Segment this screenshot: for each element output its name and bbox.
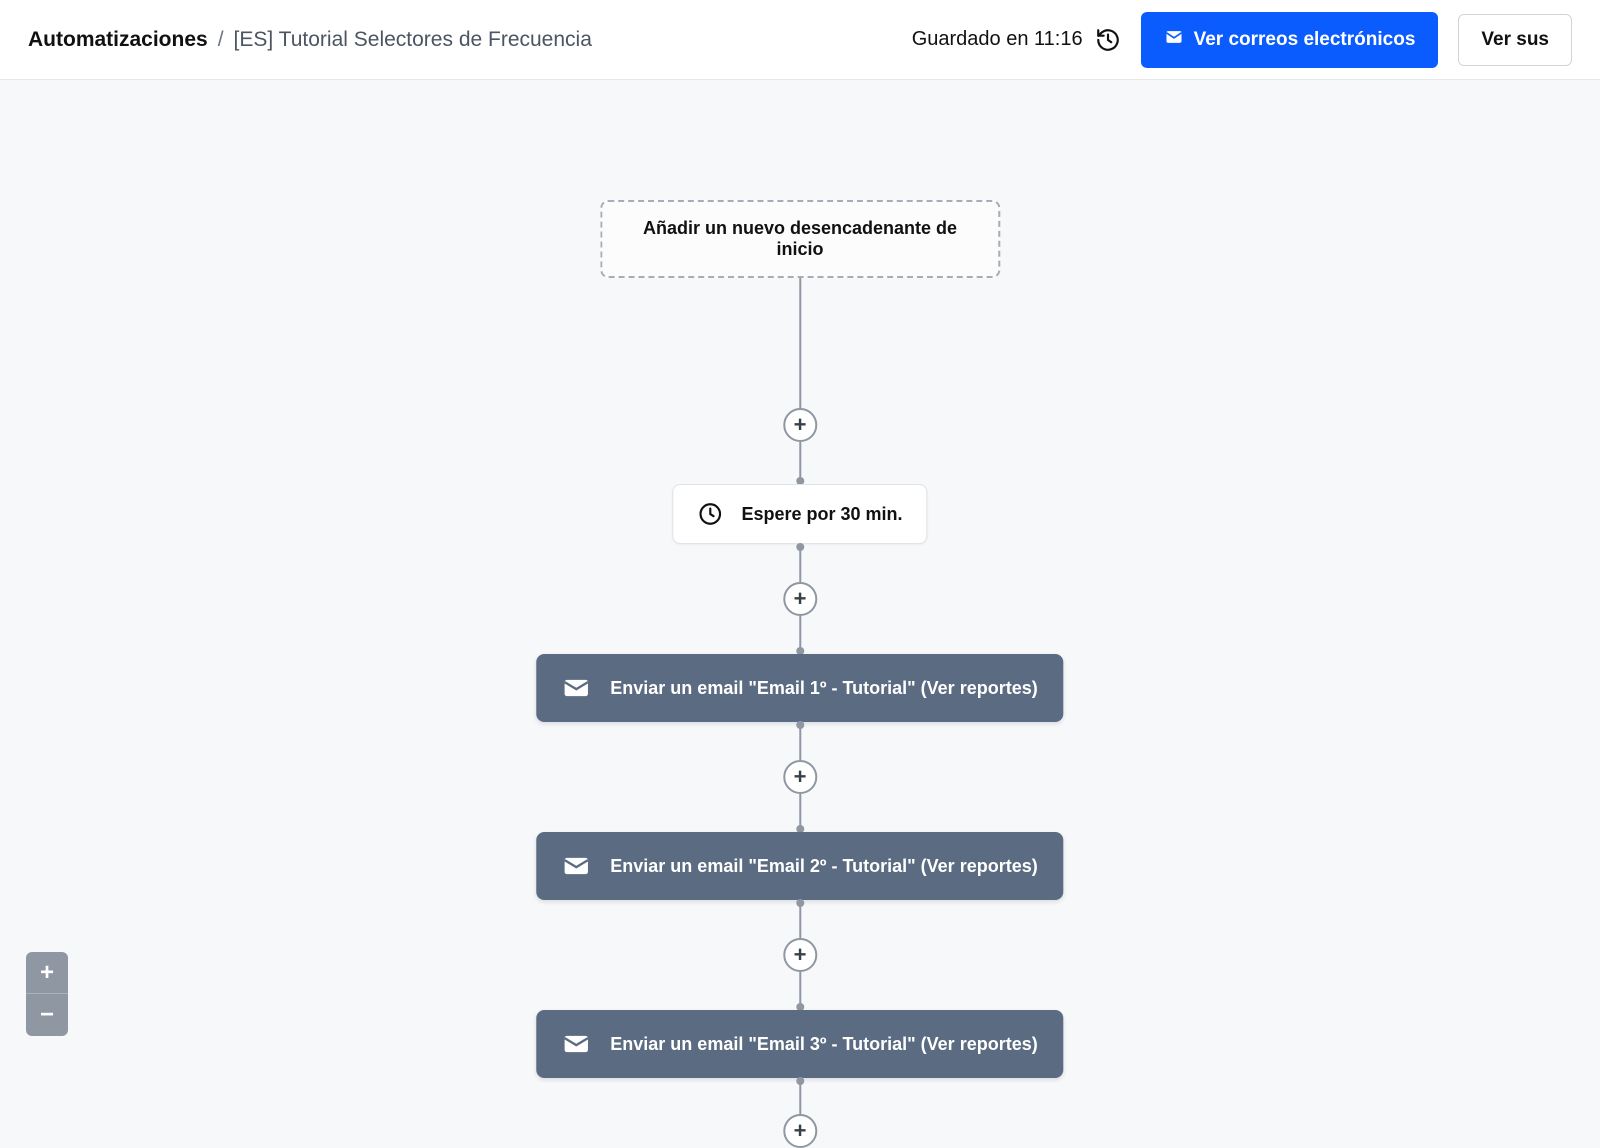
view-subscribers-button[interactable]: Ver sus <box>1458 14 1572 66</box>
connector-line <box>799 972 801 1004</box>
connector-line <box>799 278 801 408</box>
email-step-label: Enviar un email "Email 1º - Tutorial" (V… <box>610 678 1037 699</box>
add-step-button[interactable]: + <box>783 760 817 794</box>
email-step[interactable]: Enviar un email "Email 3º - Tutorial" (V… <box>536 1010 1063 1078</box>
plus-icon: + <box>40 959 54 987</box>
header: Automatizaciones / [ES] Tutorial Selecto… <box>0 0 1600 80</box>
connector-line <box>799 794 801 826</box>
email-step[interactable]: Enviar un email "Email 2º - Tutorial" (V… <box>536 832 1063 900</box>
connector-line <box>799 442 801 478</box>
email-step-label: Enviar un email "Email 2º - Tutorial" (V… <box>610 856 1037 877</box>
wait-step[interactable]: Espere por 30 min. <box>672 484 927 544</box>
header-actions: Guardado en 11:16 Ver correos electrónic… <box>912 12 1572 68</box>
breadcrumb-separator: / <box>218 28 224 52</box>
breadcrumb-root[interactable]: Automatizaciones <box>28 28 208 52</box>
email-icon <box>1164 27 1184 53</box>
breadcrumb-current: [ES] Tutorial Selectores de Frecuencia <box>234 28 592 52</box>
saved-indicator: Guardado en 11:16 <box>912 27 1121 53</box>
breadcrumb: Automatizaciones / [ES] Tutorial Selecto… <box>28 28 592 52</box>
add-trigger-label: Añadir un nuevo desencadenante de inicio <box>622 218 978 260</box>
plus-icon: + <box>794 588 807 610</box>
email-icon <box>562 852 590 880</box>
email-icon <box>562 1030 590 1058</box>
zoom-out-button[interactable]: − <box>26 994 68 1036</box>
connector-line <box>799 616 801 648</box>
connector-line <box>799 550 801 582</box>
view-emails-button[interactable]: Ver correos electrónicos <box>1141 12 1439 68</box>
plus-icon: + <box>794 766 807 788</box>
plus-icon: + <box>794 1120 807 1142</box>
add-step-button[interactable]: + <box>783 582 817 616</box>
add-trigger-placeholder[interactable]: Añadir un nuevo desencadenante de inicio <box>600 200 1000 278</box>
zoom-controls: + − <box>26 952 68 1036</box>
view-subscribers-label: Ver sus <box>1481 29 1549 51</box>
add-step-button[interactable]: + <box>783 938 817 972</box>
add-step-button[interactable]: + <box>783 408 817 442</box>
saved-text: Guardado en 11:16 <box>912 28 1083 51</box>
add-step-button[interactable]: + <box>783 1114 817 1148</box>
email-icon <box>562 674 590 702</box>
minus-icon: − <box>40 1001 54 1029</box>
email-step-label: Enviar un email "Email 3º - Tutorial" (V… <box>610 1034 1037 1055</box>
connector-line <box>799 728 801 760</box>
flow-column: Añadir un nuevo desencadenante de inicio… <box>536 200 1063 1148</box>
automation-canvas[interactable]: Añadir un nuevo desencadenante de inicio… <box>0 80 1600 1052</box>
wait-step-label: Espere por 30 min. <box>741 504 902 525</box>
connector-line <box>799 906 801 938</box>
zoom-in-button[interactable]: + <box>26 952 68 994</box>
clock-icon <box>697 501 723 527</box>
connector-line <box>799 1084 801 1114</box>
email-step[interactable]: Enviar un email "Email 1º - Tutorial" (V… <box>536 654 1063 722</box>
history-icon[interactable] <box>1095 27 1121 53</box>
view-emails-label: Ver correos electrónicos <box>1194 29 1416 51</box>
plus-icon: + <box>794 944 807 966</box>
plus-icon: + <box>794 414 807 436</box>
